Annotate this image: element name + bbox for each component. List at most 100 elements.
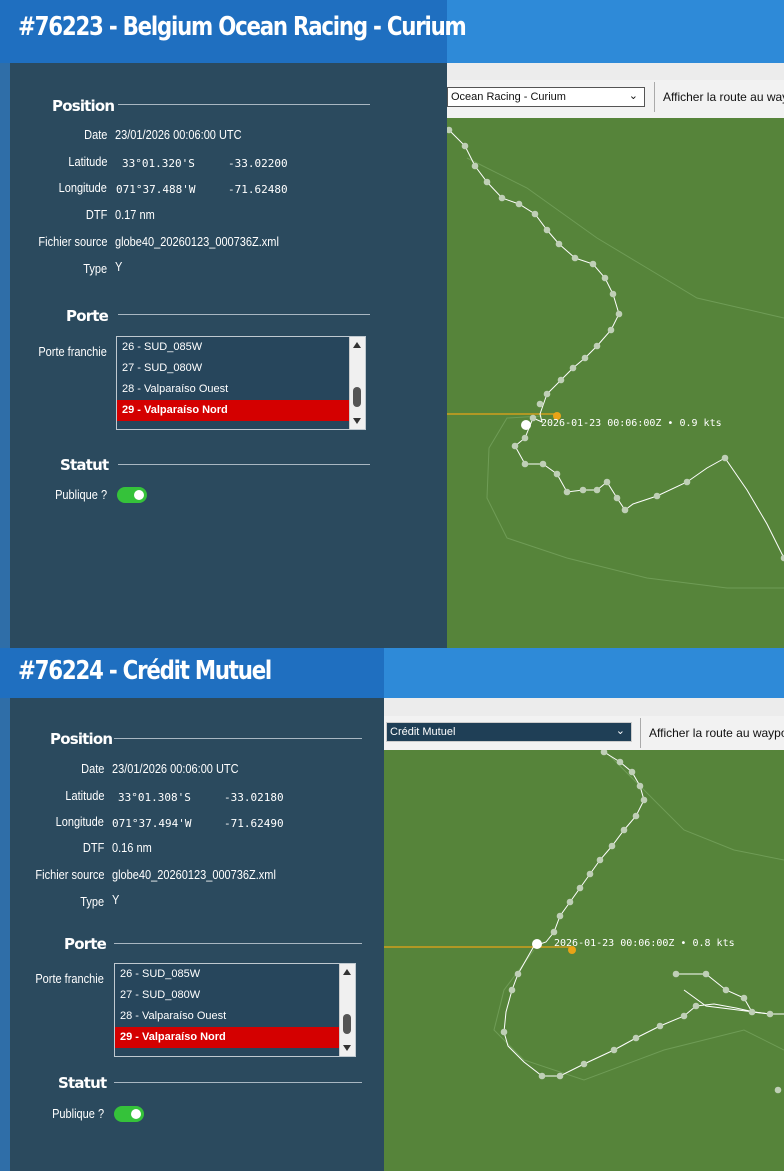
date-label: Date: [83, 128, 107, 142]
toggle-knob: [134, 490, 144, 500]
map-view[interactable]: 2026-01-23 00:06:00Z • 0.8 kts: [384, 750, 784, 1171]
latitude-decimal: -33.02180: [224, 791, 284, 804]
page-title: #76224 - Crédit Mutuel: [18, 656, 272, 686]
section-divider: [118, 104, 370, 105]
boat-position-marker: [532, 939, 542, 949]
section-position-heading: Position: [52, 97, 115, 115]
gate-crossed-label: Porte franchie: [38, 345, 107, 359]
scroll-down-icon[interactable]: [353, 418, 361, 424]
map-view[interactable]: 2026-01-23 00:06:00Z • 0.9 kts: [447, 118, 784, 648]
latitude-dms: 33°01.320'S: [122, 157, 195, 170]
longitude-decimal: -71.62480: [228, 183, 288, 196]
latitude-decimal: -33.02200: [228, 157, 288, 170]
position-label: 2026-01-23 00:06:00Z • 0.9 kts: [541, 418, 722, 429]
title-tab: #76224 - Crédit Mutuel: [0, 648, 384, 698]
track-points: [500, 750, 782, 1094]
section-divider: [114, 1082, 362, 1083]
position-label: 2026-01-23 00:06:00Z • 0.8 kts: [554, 938, 735, 949]
title-tab: #76223 - Belgium Ocean Racing - Curium: [0, 0, 467, 63]
toolbar-gap: [384, 698, 784, 716]
latitude-label: Latitude: [64, 789, 104, 803]
section-status-heading: Statut: [60, 456, 109, 474]
public-label: Publique ?: [52, 1107, 104, 1121]
gate-crossed-label: Porte franchie: [35, 972, 104, 986]
longitude-decimal: -71.62490: [224, 817, 284, 830]
longitude-dms: 071°37.488'W: [116, 183, 196, 196]
longitude-label: Longitude: [55, 815, 104, 829]
date-value: 23/01/2026 00:06:00 UTC: [112, 762, 239, 776]
gate-list-item[interactable]: 28 - Valparaíso Ouest: [115, 1006, 355, 1027]
track-layer: [447, 126, 784, 589]
gate-list-item[interactable]: 28 - Valparaíso Ouest: [117, 379, 365, 400]
show-route-button[interactable]: Afficher la route au waypoi: [640, 718, 784, 748]
chevron-down-icon: ⌄: [615, 725, 625, 737]
boat-select-value: Crédit Mutuel: [390, 726, 456, 738]
track-points: [447, 126, 784, 562]
boat-track-loop: [676, 973, 771, 1015]
gate-list-item-selected[interactable]: 29 - Valparaíso Nord: [115, 1027, 355, 1048]
screenshot-boat-1: #76223 - Belgium Ocean Racing - Curium O…: [0, 0, 784, 648]
boat-info-panel: Position Date 23/01/2026 00:06:00 UTC La…: [10, 63, 447, 648]
faint-track-2: [466, 157, 784, 319]
source-file-label: Fichier source: [34, 868, 104, 882]
toggle-knob: [131, 1109, 141, 1119]
page-title: #76223 - Belgium Ocean Racing - Curium: [18, 12, 467, 42]
section-position-heading: Position: [50, 730, 113, 748]
dtf-value: 0.17 nm: [115, 208, 155, 222]
type-value: Y: [115, 260, 123, 274]
boat-info-panel: Position Date 23/01/2026 00:06:00 UTC La…: [10, 698, 384, 1171]
boat-select[interactable]: Crédit Mutuel ⌄: [386, 722, 632, 742]
public-toggle[interactable]: [117, 487, 147, 503]
boat-position-marker: [521, 420, 531, 430]
show-route-button[interactable]: Afficher la route au way: [654, 82, 784, 112]
section-divider: [118, 464, 370, 465]
date-label: Date: [80, 762, 104, 776]
scroll-up-icon[interactable]: [353, 342, 361, 348]
gate-list[interactable]: 26 - SUD_085W 27 - SUD_080W 28 - Valpara…: [114, 963, 356, 1057]
type-value: Y: [112, 893, 120, 907]
scroll-down-icon[interactable]: [343, 1045, 351, 1051]
boat-select-value: Ocean Racing - Curium: [451, 91, 566, 103]
boat-track: [448, 129, 784, 559]
dtf-label: DTF: [82, 841, 104, 855]
scroll-thumb[interactable]: [343, 1014, 351, 1034]
public-toggle[interactable]: [114, 1106, 144, 1122]
latitude-dms: 33°01.308'S: [118, 791, 191, 804]
gate-list-scrollbar[interactable]: [339, 964, 355, 1056]
boat-select[interactable]: Ocean Racing - Curium ⌄: [447, 87, 645, 107]
toolbar-gap: [447, 63, 784, 80]
scroll-up-icon[interactable]: [343, 969, 351, 975]
date-value: 23/01/2026 00:06:00 UTC: [115, 128, 242, 142]
type-label: Type: [83, 262, 107, 276]
gate-list-item[interactable]: 26 - SUD_085W: [117, 337, 365, 358]
gate-list-item[interactable]: 26 - SUD_085W: [115, 964, 355, 985]
section-status-heading: Statut: [58, 1074, 107, 1092]
latitude-label: Latitude: [67, 155, 107, 169]
section-divider: [118, 314, 370, 315]
faint-track: [493, 949, 784, 1081]
screenshot-boat-2: #76224 - Crédit Mutuel Crédit Mutuel ⌄ A…: [0, 648, 784, 1171]
gate-list-item-selected[interactable]: 29 - Valparaíso Nord: [117, 400, 365, 421]
track-layer: [384, 750, 784, 1094]
faint-track: [486, 415, 784, 589]
faint-track-2: [603, 750, 784, 861]
source-file-value: globe40_20260123_000736Z.xml: [115, 235, 279, 249]
section-gate-heading: Porte: [66, 307, 109, 325]
gate-list-scrollbar[interactable]: [349, 337, 365, 429]
section-gate-heading: Porte: [64, 935, 107, 953]
gate-list-item[interactable]: 27 - SUD_080W: [115, 985, 355, 1006]
source-file-value: globe40_20260123_000736Z.xml: [112, 868, 276, 882]
section-divider: [114, 738, 362, 739]
section-divider: [114, 943, 362, 944]
longitude-label: Longitude: [58, 181, 107, 195]
gate-list[interactable]: 26 - SUD_085W 27 - SUD_080W 28 - Valpara…: [116, 336, 366, 430]
type-label: Type: [80, 895, 104, 909]
public-label: Publique ?: [55, 488, 107, 502]
chevron-down-icon: ⌄: [628, 90, 638, 102]
dtf-value: 0.16 nm: [112, 841, 152, 855]
source-file-label: Fichier source: [37, 235, 107, 249]
gate-list-item[interactable]: 27 - SUD_080W: [117, 358, 365, 379]
scroll-thumb[interactable]: [353, 387, 361, 407]
dtf-label: DTF: [85, 208, 107, 222]
longitude-dms: 071°37.494'W: [112, 817, 192, 830]
